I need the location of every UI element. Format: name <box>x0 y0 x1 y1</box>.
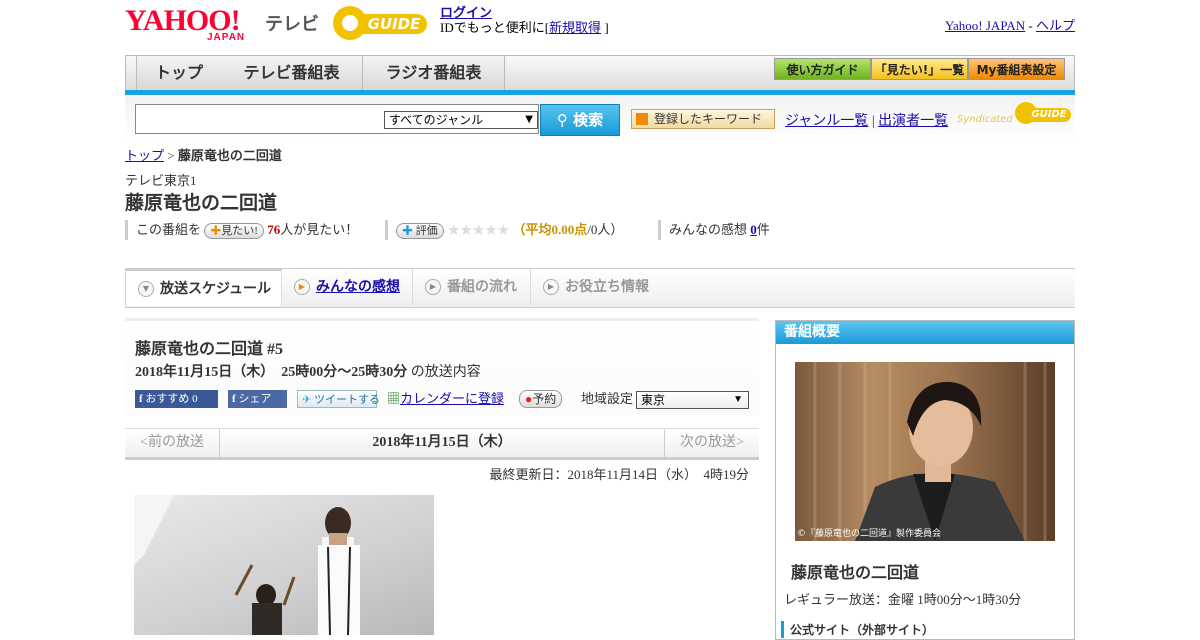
breadcrumb-top[interactable]: トップ <box>125 148 164 163</box>
login-area: ログイン IDでもっと便利に[新規取得 ] <box>440 5 609 35</box>
yahoo-japan-logo[interactable]: YAHOO! JAPAN テレビ <box>125 6 319 46</box>
episode-photo <box>134 495 434 635</box>
dropdown-arrow-icon: ▼ <box>525 114 533 125</box>
gguide-logo[interactable]: GUIDE <box>333 6 429 40</box>
facebook-icon: f <box>139 393 143 405</box>
tab-tv-schedule[interactable]: テレビ番組表 <box>221 56 363 90</box>
region-select[interactable]: 東京 ▼ <box>636 391 749 409</box>
overview-header: 番組概要 <box>776 321 1074 344</box>
register-link[interactable]: 新規取得 <box>549 20 601 35</box>
tweet-button[interactable]: ✈ ツイートする <box>297 390 380 408</box>
tv-label: テレビ <box>265 14 319 35</box>
want-group: この番組を ✚見たい! 76人が見たい！ <box>125 220 358 240</box>
calendar-register[interactable]: ▦カレンダーに登録 <box>387 389 504 409</box>
overview-photo: ©『藤原竜也の二回道』製作委員会 <box>795 362 1055 541</box>
next-broadcast-link[interactable]: 次の放送> <box>664 429 759 457</box>
genre-list-link[interactable]: ジャンル一覧 <box>785 114 868 129</box>
want-button[interactable]: ✚見たい! <box>204 223 264 240</box>
facebook-share-button[interactable]: f シェア <box>228 390 287 408</box>
tab-radio-schedule[interactable]: ラジオ番組表 <box>363 56 505 90</box>
dropdown-arrow-icon: ▼ <box>733 394 743 405</box>
program-stats: この番組を ✚見たい! 76人が見たい！ ✚ 評価 ★★★★★ （平均0.00点… <box>125 220 825 240</box>
reserve-button[interactable]: ●予約 <box>519 390 563 408</box>
chevron-right-icon: ▶ <box>543 279 559 295</box>
header-links: Yahoo! JAPAN - ヘルプ <box>944 18 1075 33</box>
program-subtabs: ▼ 放送スケジュール ▶ みんなの感想 ▶ 番組の流れ ▶ お役立ち情報 <box>125 268 1075 308</box>
header: YAHOO! JAPAN テレビ GUIDE ログイン IDでもっと便利に[新規… <box>125 0 1075 50</box>
rate-button[interactable]: ✚ 評価 <box>396 223 444 240</box>
tab-broadcast-schedule[interactable]: ▼ 放送スケジュール <box>125 268 282 306</box>
program-overview-panel: 番組概要 ©『藤原竜也の二回道』製作委員会 藤原竜也の二回道 レギュラー放送：金… <box>775 320 1075 640</box>
search-icon: ⚲ <box>556 111 568 129</box>
rating-value: 0.00点 <box>551 222 588 237</box>
search-links: ジャンル一覧 | 出演者一覧 <box>785 114 949 129</box>
chevron-right-icon: ▶ <box>294 279 310 295</box>
rating-group: ✚ 評価 ★★★★★ （平均0.00点/0人） <box>385 220 623 240</box>
tab-program-flow[interactable]: ▶ 番組の流れ <box>413 269 531 305</box>
plus-icon: ✚ <box>402 225 413 238</box>
prev-broadcast-link[interactable]: <前の放送 <box>125 429 220 457</box>
tab-everyones-impressions[interactable]: ▶ みんなの感想 <box>282 269 413 305</box>
overview-photo-graphic <box>813 362 1047 541</box>
syndicated-gguide-logo: Syndicated GUIDE <box>957 102 1073 132</box>
help-link[interactable]: ヘルプ <box>1036 18 1075 33</box>
photo-caption: ©『藤原竜也の二回道』製作委員会 <box>797 529 942 539</box>
genre-select[interactable]: すべてのジャンル ▼ <box>384 111 538 129</box>
registered-keywords-button[interactable]: 登録したキーワード <box>631 109 775 129</box>
breadcrumb: トップ > 藤原竜也の二回道 <box>125 148 282 163</box>
episode-title: 藤原竜也の二回道 #5 <box>135 341 284 358</box>
usage-guide-button[interactable]: 使い方ガイド <box>774 58 871 80</box>
episode-date: 2018年11月15日（木） 25時00分～25時30分 の放送内容 <box>135 365 481 380</box>
facebook-recommend-button[interactable]: f おすすめ 0 <box>135 390 218 408</box>
plus-icon: ✚ <box>210 225 222 238</box>
main-nav: トップ テレビ番組表 ラジオ番組表 使い方ガイド 「見たい!」一覧 My番組表設… <box>125 55 1075 91</box>
broadcast-date-nav: <前の放送 2018年11月15日（木） 次の放送> <box>125 428 759 460</box>
calendar-icon: ▦ <box>387 391 401 406</box>
chevron-right-icon: ▶ <box>425 279 441 295</box>
region-label: 地域設定 <box>581 391 634 406</box>
current-broadcast-date: 2018年11月15日（木） <box>372 435 512 450</box>
cast-list-link[interactable]: 出演者一覧 <box>878 114 948 129</box>
yahoo-japan-link[interactable]: Yahoo! JAPAN <box>945 18 1025 33</box>
impressions-group: みんなの感想 0件 <box>658 220 770 240</box>
twitter-bird-icon: ✈ <box>302 394 312 406</box>
breadcrumb-current: 藤原竜也の二回道 <box>177 148 282 163</box>
episode-photo-graphic <box>134 495 360 635</box>
overview-title: 藤原竜也の二回道 <box>791 563 920 582</box>
want-list-button[interactable]: 「見たい!」一覧 <box>871 58 968 80</box>
last-updated: 最終更新日：2018年11月14日（水） 4時19分 <box>489 467 749 482</box>
login-link[interactable]: ログイン <box>440 5 492 20</box>
search-area: すべてのジャンル ▼ ⚲ 検索 登録したキーワード ジャンル一覧 | 出演者一覧… <box>125 95 1075 140</box>
facebook-icon: f <box>232 393 236 405</box>
want-count: 76 <box>267 222 281 237</box>
tab-top[interactable]: トップ <box>136 56 222 90</box>
social-bar: f おすすめ 0 f シェア ✈ ツイートする ▦カレンダーに登録 ●予約 地域… <box>135 389 755 409</box>
search-button[interactable]: ⚲ 検索 <box>540 104 620 136</box>
my-schedule-settings-button[interactable]: My番組表設定 <box>968 58 1065 80</box>
rating-stars: ★★★★★ <box>447 223 510 240</box>
episode-box: 藤原竜也の二回道 #5 2018年11月15日（木） 25時00分～25時30分… <box>125 318 759 415</box>
chevron-down-icon: ▼ <box>138 281 154 297</box>
arrow-down-icon <box>636 113 648 125</box>
channel-name: テレビ東京1 <box>125 173 197 188</box>
tab-useful-info[interactable]: ▶ お役立ち情報 <box>531 269 666 305</box>
page-title: 藤原竜也の二回道 <box>125 192 278 214</box>
regular-broadcast: レギュラー放送：金曜 1時00分～1時30分 <box>784 592 1022 607</box>
